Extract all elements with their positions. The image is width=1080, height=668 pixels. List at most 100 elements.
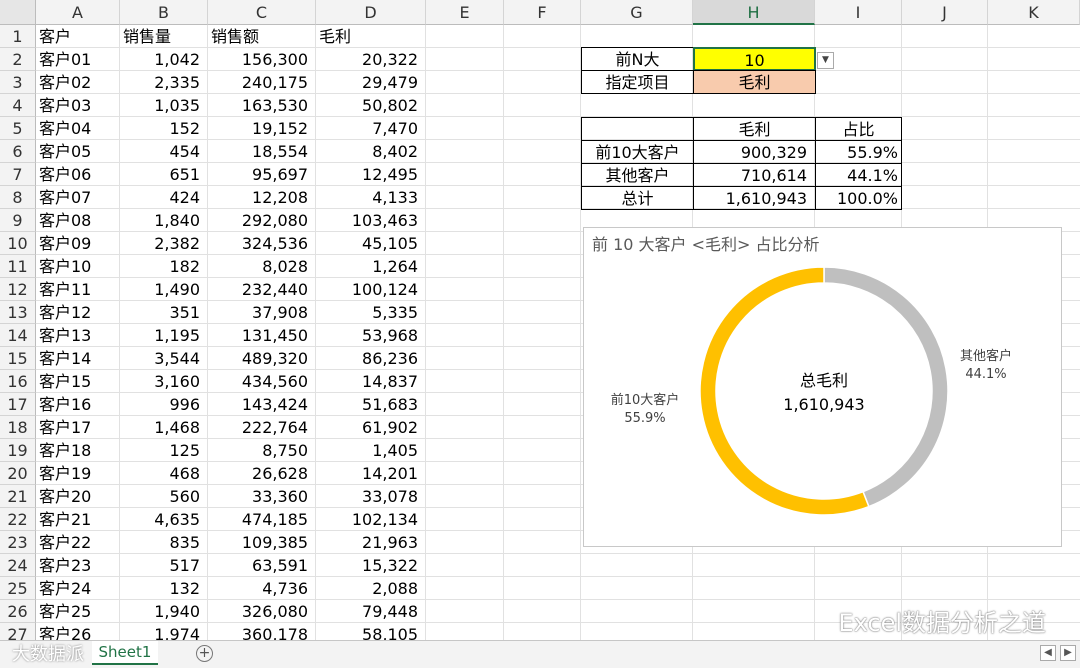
scroll-right-icon[interactable]: ▶ [1060, 645, 1076, 661]
table-cell[interactable]: 50,802 [316, 94, 426, 117]
table-cell[interactable]: 4,133 [316, 186, 426, 209]
table-row-customer[interactable]: 客户26 [36, 623, 120, 640]
table-row-customer[interactable]: 客户23 [36, 554, 120, 577]
row-header[interactable]: 6 [0, 140, 36, 163]
table-cell[interactable]: 1,405 [316, 439, 426, 462]
table-cell[interactable]: 222,764 [208, 416, 316, 439]
table-cell[interactable]: 474,185 [208, 508, 316, 531]
table-header-cell[interactable]: 销售额 [208, 25, 316, 48]
table-cell[interactable]: 20,322 [316, 48, 426, 71]
table-cell[interactable]: 163,530 [208, 94, 316, 117]
column-header-i[interactable]: I [815, 0, 902, 25]
table-cell[interactable]: 45,105 [316, 232, 426, 255]
table-cell[interactable]: 3,160 [120, 370, 208, 393]
table-row-customer[interactable]: 客户03 [36, 94, 120, 117]
table-row-customer[interactable]: 客户10 [36, 255, 120, 278]
table-cell[interactable]: 26,628 [208, 462, 316, 485]
row-header[interactable]: 22 [0, 508, 36, 531]
column-header-f[interactable]: F [504, 0, 581, 25]
row-header[interactable]: 7 [0, 163, 36, 186]
table-header-cell[interactable]: 毛利 [316, 25, 426, 48]
row-header[interactable]: 15 [0, 347, 36, 370]
table-row-customer[interactable]: 客户02 [36, 71, 120, 94]
column-header-k[interactable]: K [988, 0, 1080, 25]
column-header-j[interactable]: J [902, 0, 988, 25]
table-cell[interactable]: 1,042 [120, 48, 208, 71]
table-cell[interactable]: 2,382 [120, 232, 208, 255]
table-row-customer[interactable]: 客户18 [36, 439, 120, 462]
table-cell[interactable]: 61,902 [316, 416, 426, 439]
table-cell[interactable]: 1,264 [316, 255, 426, 278]
table-cell[interactable]: 12,495 [316, 163, 426, 186]
table-cell[interactable]: 434,560 [208, 370, 316, 393]
row-header[interactable]: 5 [0, 117, 36, 140]
table-header-cell[interactable]: 销售量 [120, 25, 208, 48]
table-cell[interactable]: 2,088 [316, 577, 426, 600]
column-header-g[interactable]: G [581, 0, 693, 25]
table-cell[interactable]: 1,840 [120, 209, 208, 232]
row-header[interactable]: 14 [0, 324, 36, 347]
table-row-customer[interactable]: 客户17 [36, 416, 120, 439]
table-row-customer[interactable]: 客户06 [36, 163, 120, 186]
table-cell[interactable]: 3,544 [120, 347, 208, 370]
donut-slice-1[interactable] [699, 266, 870, 516]
table-cell[interactable]: 324,536 [208, 232, 316, 255]
table-cell[interactable]: 182 [120, 255, 208, 278]
table-row-customer[interactable]: 客户12 [36, 301, 120, 324]
table-row-customer[interactable]: 客户25 [36, 600, 120, 623]
table-cell[interactable]: 1,195 [120, 324, 208, 347]
item-value-cell[interactable]: 毛利 [693, 70, 816, 94]
row-header[interactable]: 23 [0, 531, 36, 554]
row-header[interactable]: 4 [0, 94, 36, 117]
table-cell[interactable]: 51,683 [316, 393, 426, 416]
table-cell[interactable]: 8,028 [208, 255, 316, 278]
table-cell[interactable]: 4,736 [208, 577, 316, 600]
add-sheet-icon[interactable]: + [196, 645, 213, 662]
row-header[interactable]: 8 [0, 186, 36, 209]
donut-chart[interactable]: 前 10 大客户 <毛利> 占比分析 总毛利 1,610,943 其他客户 44… [583, 227, 1062, 547]
table-cell[interactable]: 15,322 [316, 554, 426, 577]
table-cell[interactable]: 21,963 [316, 531, 426, 554]
table-row-customer[interactable]: 客户14 [36, 347, 120, 370]
row-header[interactable]: 3 [0, 71, 36, 94]
row-header[interactable]: 21 [0, 485, 36, 508]
row-header[interactable]: 1 [0, 25, 36, 48]
table-row-customer[interactable]: 客户08 [36, 209, 120, 232]
row-header[interactable]: 2 [0, 48, 36, 71]
table-cell[interactable]: 79,448 [316, 600, 426, 623]
table-cell[interactable]: 835 [120, 531, 208, 554]
column-header-h[interactable]: H [693, 0, 815, 25]
table-cell[interactable]: 102,134 [316, 508, 426, 531]
table-cell[interactable]: 351 [120, 301, 208, 324]
row-header[interactable]: 16 [0, 370, 36, 393]
table-row-customer[interactable]: 客户24 [36, 577, 120, 600]
row-header[interactable]: 17 [0, 393, 36, 416]
table-cell[interactable]: 109,385 [208, 531, 316, 554]
table-cell[interactable]: 125 [120, 439, 208, 462]
table-row-customer[interactable]: 客户19 [36, 462, 120, 485]
table-cell[interactable]: 454 [120, 140, 208, 163]
table-cell[interactable]: 131,450 [208, 324, 316, 347]
row-header[interactable]: 9 [0, 209, 36, 232]
table-cell[interactable]: 95,697 [208, 163, 316, 186]
table-cell[interactable]: 1,035 [120, 94, 208, 117]
column-header-d[interactable]: D [316, 0, 426, 25]
table-row-customer[interactable]: 客户07 [36, 186, 120, 209]
table-cell[interactable]: 651 [120, 163, 208, 186]
table-cell[interactable]: 53,968 [316, 324, 426, 347]
row-header[interactable]: 18 [0, 416, 36, 439]
row-header[interactable]: 24 [0, 554, 36, 577]
table-cell[interactable]: 489,320 [208, 347, 316, 370]
table-cell[interactable]: 132 [120, 577, 208, 600]
row-header[interactable]: 10 [0, 232, 36, 255]
table-cell[interactable]: 156,300 [208, 48, 316, 71]
table-cell[interactable]: 14,837 [316, 370, 426, 393]
table-cell[interactable]: 37,908 [208, 301, 316, 324]
table-cell[interactable]: 360,178 [208, 623, 316, 640]
table-cell[interactable]: 1,940 [120, 600, 208, 623]
table-row-customer[interactable]: 客户20 [36, 485, 120, 508]
table-cell[interactable]: 240,175 [208, 71, 316, 94]
spreadsheet-grid[interactable]: ABCDEFGHIJK 1 2 3 4 5 6 7 8 9 10 11 12 13 14 15 16 17 18 1… [0, 0, 1080, 640]
table-cell[interactable]: 560 [120, 485, 208, 508]
table-row-customer[interactable]: 客户11 [36, 278, 120, 301]
